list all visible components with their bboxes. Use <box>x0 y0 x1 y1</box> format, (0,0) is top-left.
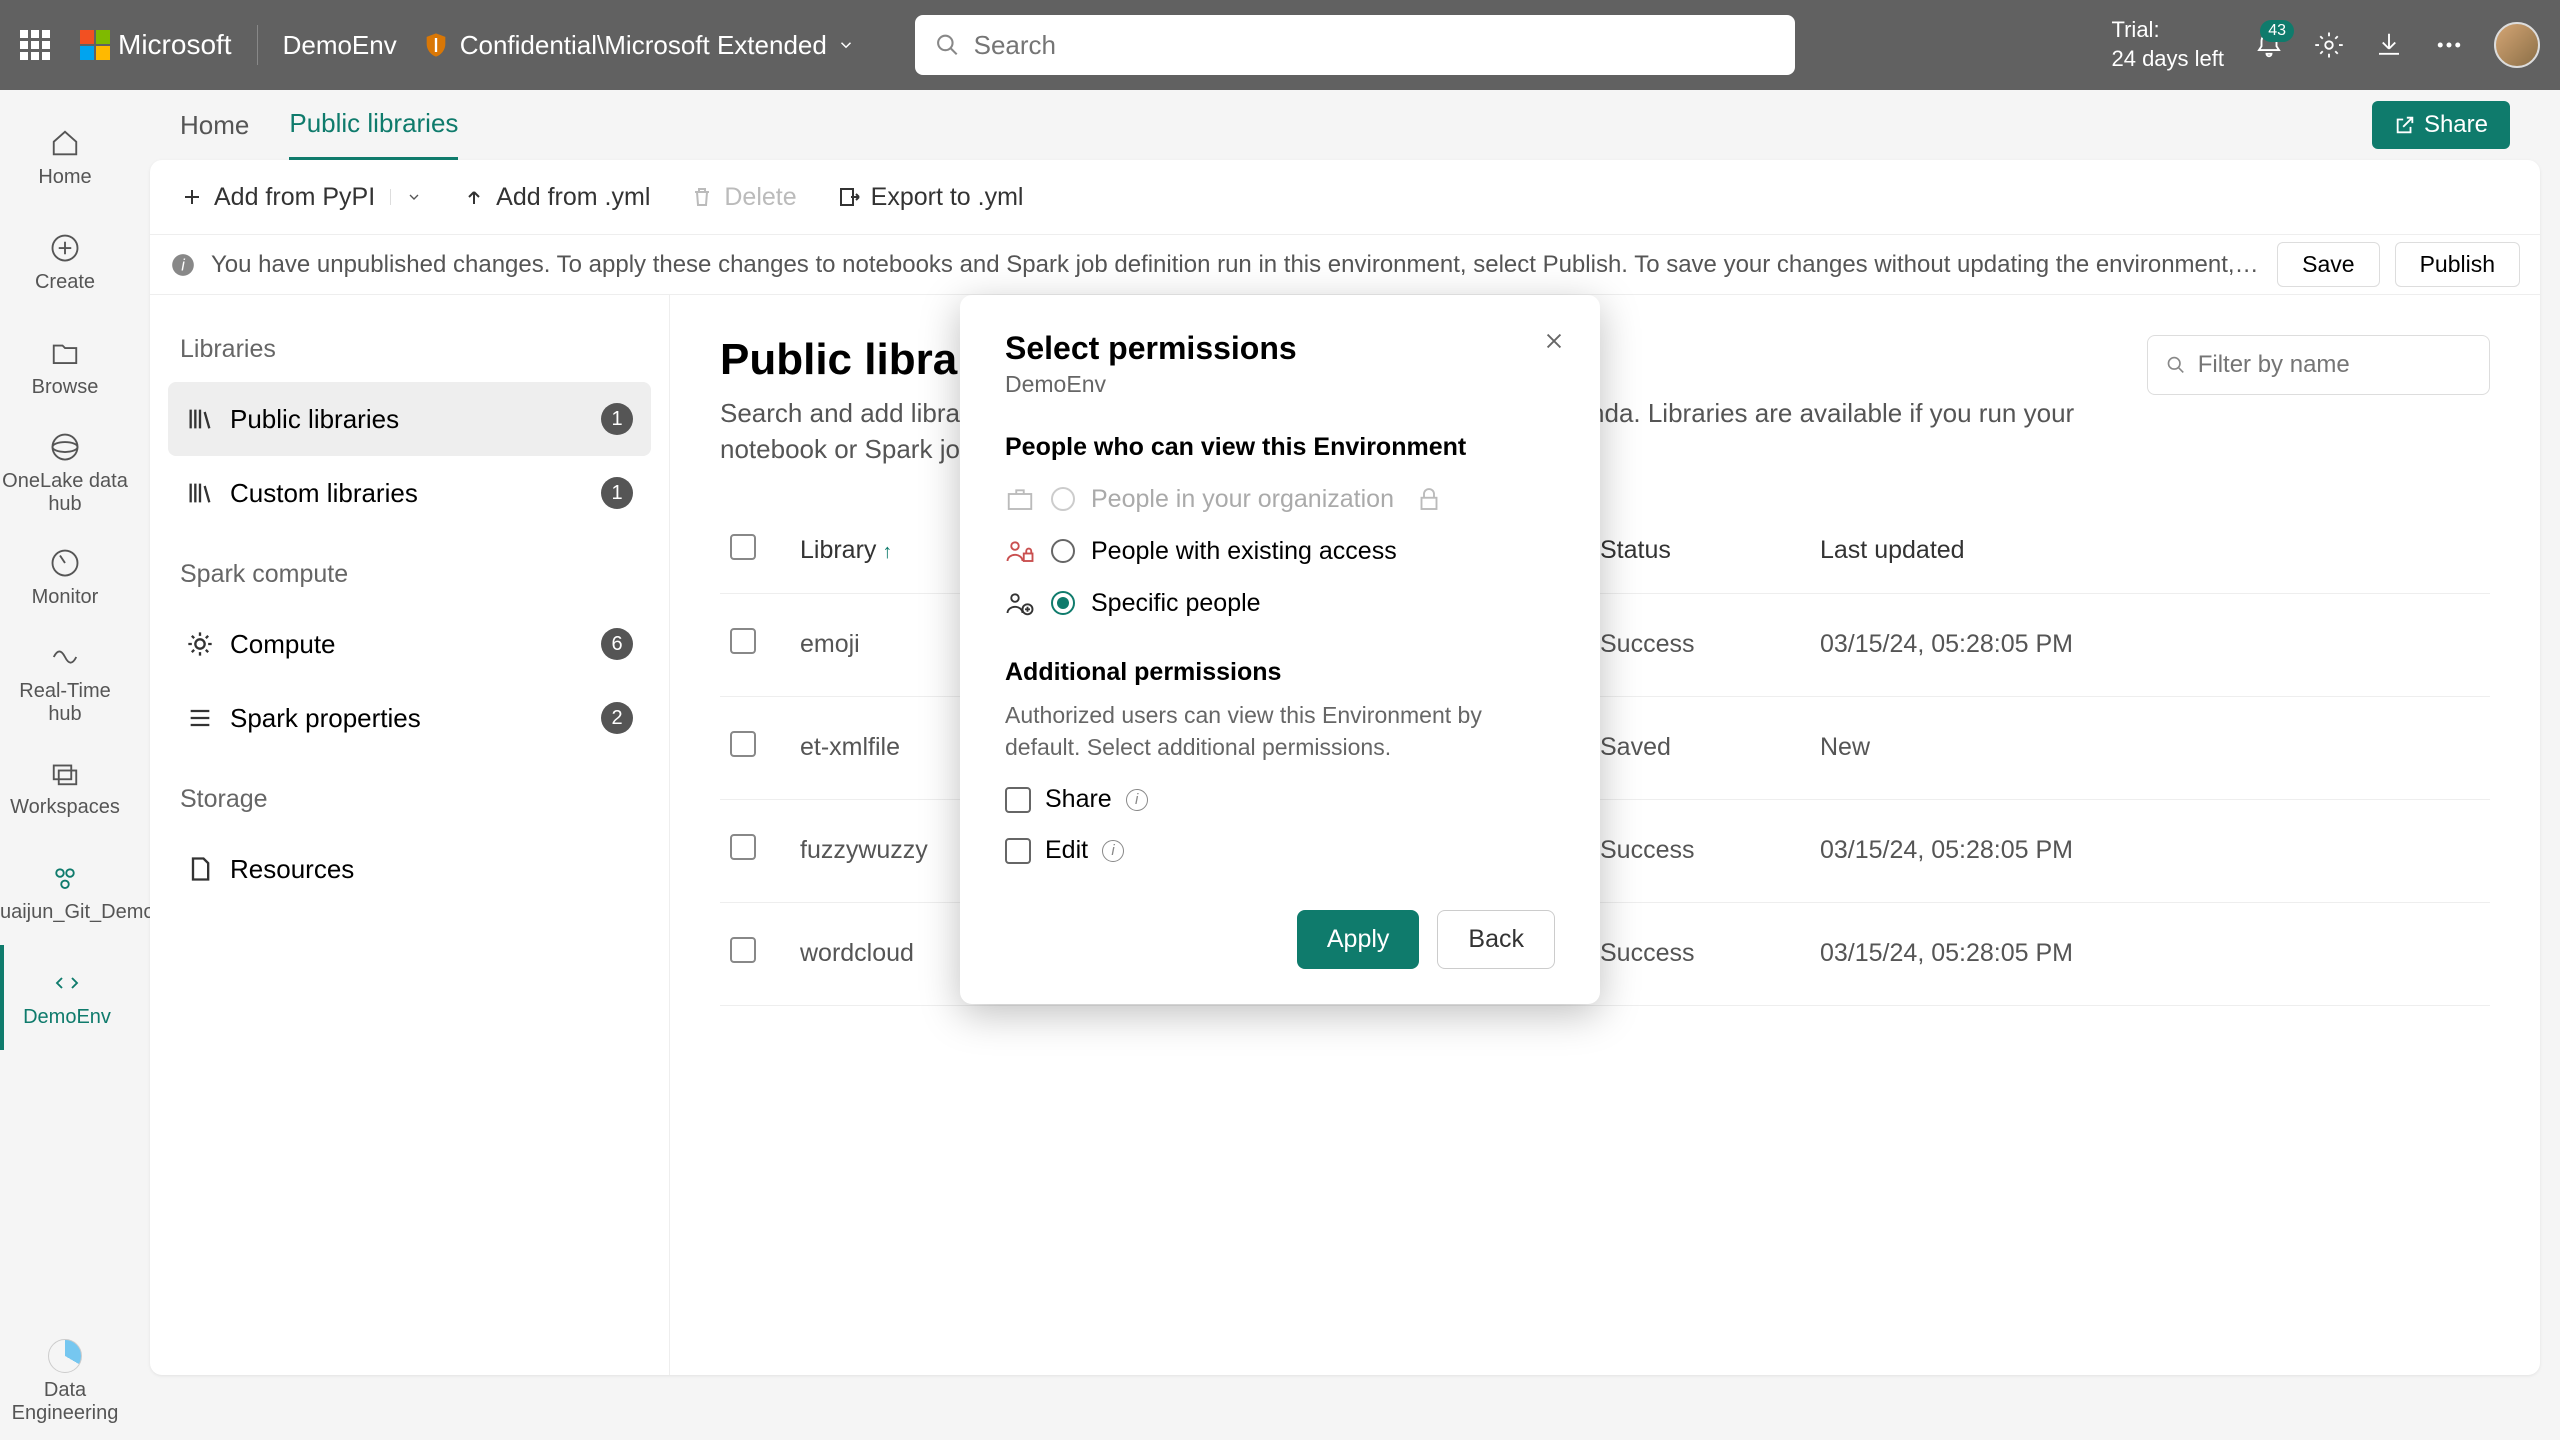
close-button[interactable] <box>1543 330 1565 352</box>
share-permission-checkbox[interactable]: Share i <box>1005 785 1555 814</box>
option-specific-people[interactable]: Specific people <box>1005 588 1555 618</box>
lock-icon <box>1414 484 1444 514</box>
radio-selected[interactable] <box>1051 591 1075 615</box>
close-icon <box>1543 330 1565 352</box>
checkbox[interactable] <box>1005 787 1031 813</box>
select-permissions-dialog: Select permissions DemoEnv People who ca… <box>960 295 1600 1004</box>
option-organization: People in your organization <box>1005 484 1555 514</box>
back-button[interactable]: Back <box>1437 910 1555 969</box>
additional-permissions-heading: Additional permissions <box>1005 658 1555 687</box>
edit-permission-checkbox[interactable]: Edit i <box>1005 836 1555 865</box>
people-add-icon <box>1005 588 1035 618</box>
checkbox[interactable] <box>1005 838 1031 864</box>
radio[interactable] <box>1051 539 1075 563</box>
people-lock-icon <box>1005 536 1035 566</box>
info-icon[interactable]: i <box>1126 789 1148 811</box>
info-icon[interactable]: i <box>1102 840 1124 862</box>
dialog-title: Select permissions <box>1005 330 1555 367</box>
view-permissions-heading: People who can view this Environment <box>1005 433 1555 462</box>
apply-button[interactable]: Apply <box>1297 910 1420 969</box>
option-existing-access[interactable]: People with existing access <box>1005 536 1555 566</box>
radio <box>1051 487 1075 511</box>
briefcase-icon <box>1005 484 1035 514</box>
additional-permissions-desc: Authorized users can view this Environme… <box>1005 699 1555 763</box>
dialog-subtitle: DemoEnv <box>1005 371 1555 398</box>
